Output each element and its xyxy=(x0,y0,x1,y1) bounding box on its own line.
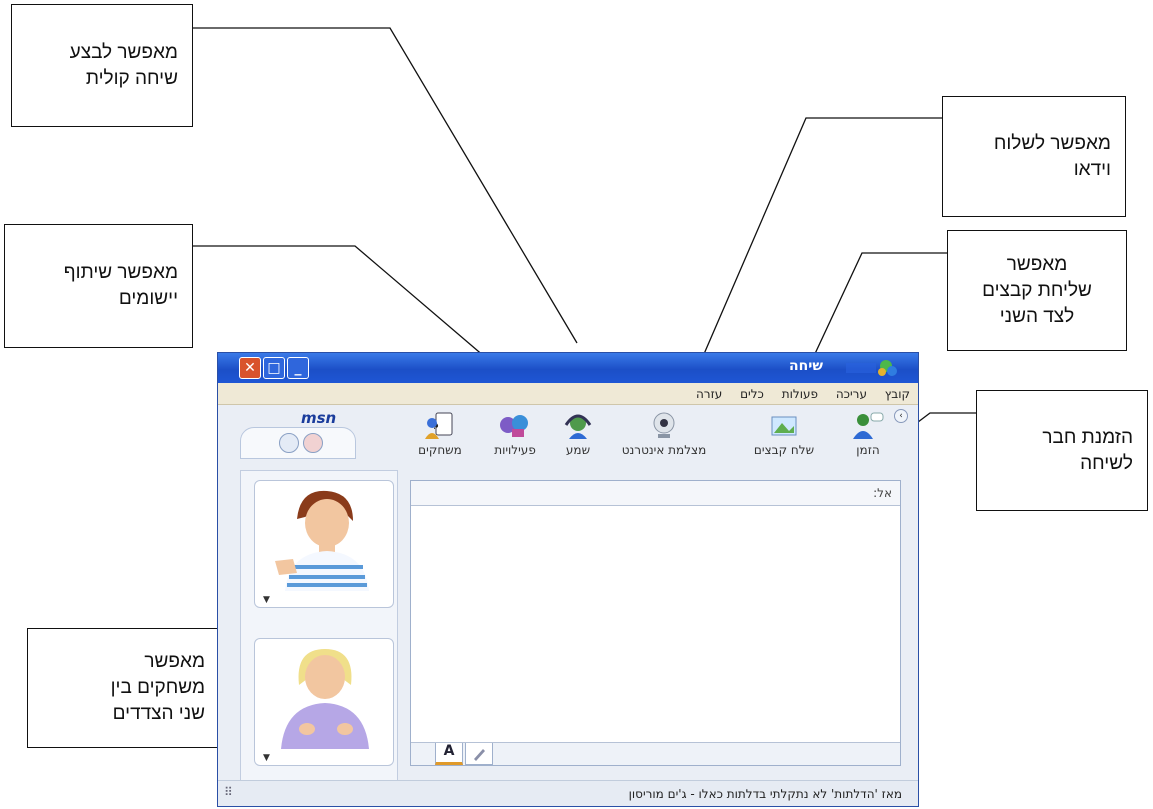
send-files-label: שלח קבצים xyxy=(753,443,815,457)
activities-label: פעילויות xyxy=(494,443,536,457)
my-display-picture[interactable]: ▼ xyxy=(254,638,394,766)
window-title: שיחה xyxy=(789,358,823,374)
callout-app-sharing: מאפשר שיתוף יישומים xyxy=(4,224,193,348)
games-button[interactable]: ♠ משחקים xyxy=(408,411,472,457)
webcam-button[interactable]: מצלמת אינטרנט xyxy=(601,411,727,457)
font-tab[interactable]: A xyxy=(435,743,463,765)
send-files-icon xyxy=(771,416,797,436)
pencil-icon[interactable] xyxy=(279,433,299,453)
audio-button[interactable]: שמע xyxy=(558,411,598,457)
invite-button[interactable]: הזמן xyxy=(843,411,893,457)
minimize-button[interactable]: _ xyxy=(287,357,309,379)
webcam-label: מצלמת אינטרנט xyxy=(621,443,707,457)
msn-butterfly-icon xyxy=(846,360,897,376)
audio-label: שמע xyxy=(565,443,591,457)
callout-send-files: מאפשר שליחת קבצים לצד השני xyxy=(947,230,1127,351)
menu-tools[interactable]: כלים xyxy=(740,383,764,405)
games-cards-icon: ♠ xyxy=(425,412,453,439)
display-picture-tab xyxy=(240,427,356,459)
activities-icon xyxy=(500,415,528,437)
msn-conversation-window: ✕ □ _ שיחה קובץ עריכה פעולות כלים עזרה ה… xyxy=(217,352,919,807)
resize-grip-icon[interactable]: ⠿ xyxy=(224,785,233,799)
webcam-icon xyxy=(653,412,675,438)
invite-contact-icon xyxy=(853,412,884,439)
to-field: אל: xyxy=(411,481,900,506)
leader-voice-call xyxy=(193,27,578,344)
input-tabs: A xyxy=(411,742,900,765)
toolbar-expand-button[interactable]: › xyxy=(894,409,908,423)
handwriting-tab[interactable] xyxy=(465,743,493,765)
invite-label: הזמן xyxy=(856,443,880,457)
games-label: משחקים xyxy=(418,443,462,457)
boy-avatar-image xyxy=(275,490,369,591)
contact-display-picture[interactable]: ▼ xyxy=(254,480,394,608)
menu-help[interactable]: עזרה xyxy=(696,383,722,405)
avatar-dropdown-arrow[interactable]: ▼ xyxy=(263,753,270,763)
activities-button[interactable]: פעילויות xyxy=(484,411,546,457)
girl-avatar-image xyxy=(281,649,369,749)
block-icon[interactable] xyxy=(303,433,323,453)
conversation-pane: אל: A xyxy=(410,480,901,766)
send-files-button[interactable]: שלח קבצים xyxy=(741,411,827,457)
avatar-dropdown-arrow[interactable]: ▼ xyxy=(263,595,270,605)
display-pictures-column: ▼ ▼ xyxy=(240,470,398,792)
maximize-button[interactable]: □ xyxy=(263,357,285,379)
msn-logo: msn xyxy=(301,409,337,427)
menu-file[interactable]: קובץ xyxy=(885,383,910,405)
callout-games: מאפשר משחקים בין שני הצדדים xyxy=(27,628,220,748)
menu-bar: קובץ עריכה פעולות כלים עזרה xyxy=(218,383,918,405)
close-button[interactable]: ✕ xyxy=(239,357,261,379)
menu-edit[interactable]: עריכה xyxy=(836,383,867,405)
pen-icon xyxy=(474,749,485,761)
status-bar: מאז 'הדלתות' לא נתקלתי בדלתות כאלו - ג'י… xyxy=(218,780,918,806)
callout-send-video: מאפשר לשלוח וידאו xyxy=(942,96,1126,217)
audio-headset-icon xyxy=(564,414,592,439)
title-bar: ✕ □ _ שיחה xyxy=(218,353,918,383)
callout-invite-friend: הזמנת חבר לשיחה xyxy=(976,390,1148,511)
callout-voice-call: מאפשר לבצע שיחה קולית xyxy=(11,4,193,127)
menu-actions[interactable]: פעולות xyxy=(782,383,818,405)
